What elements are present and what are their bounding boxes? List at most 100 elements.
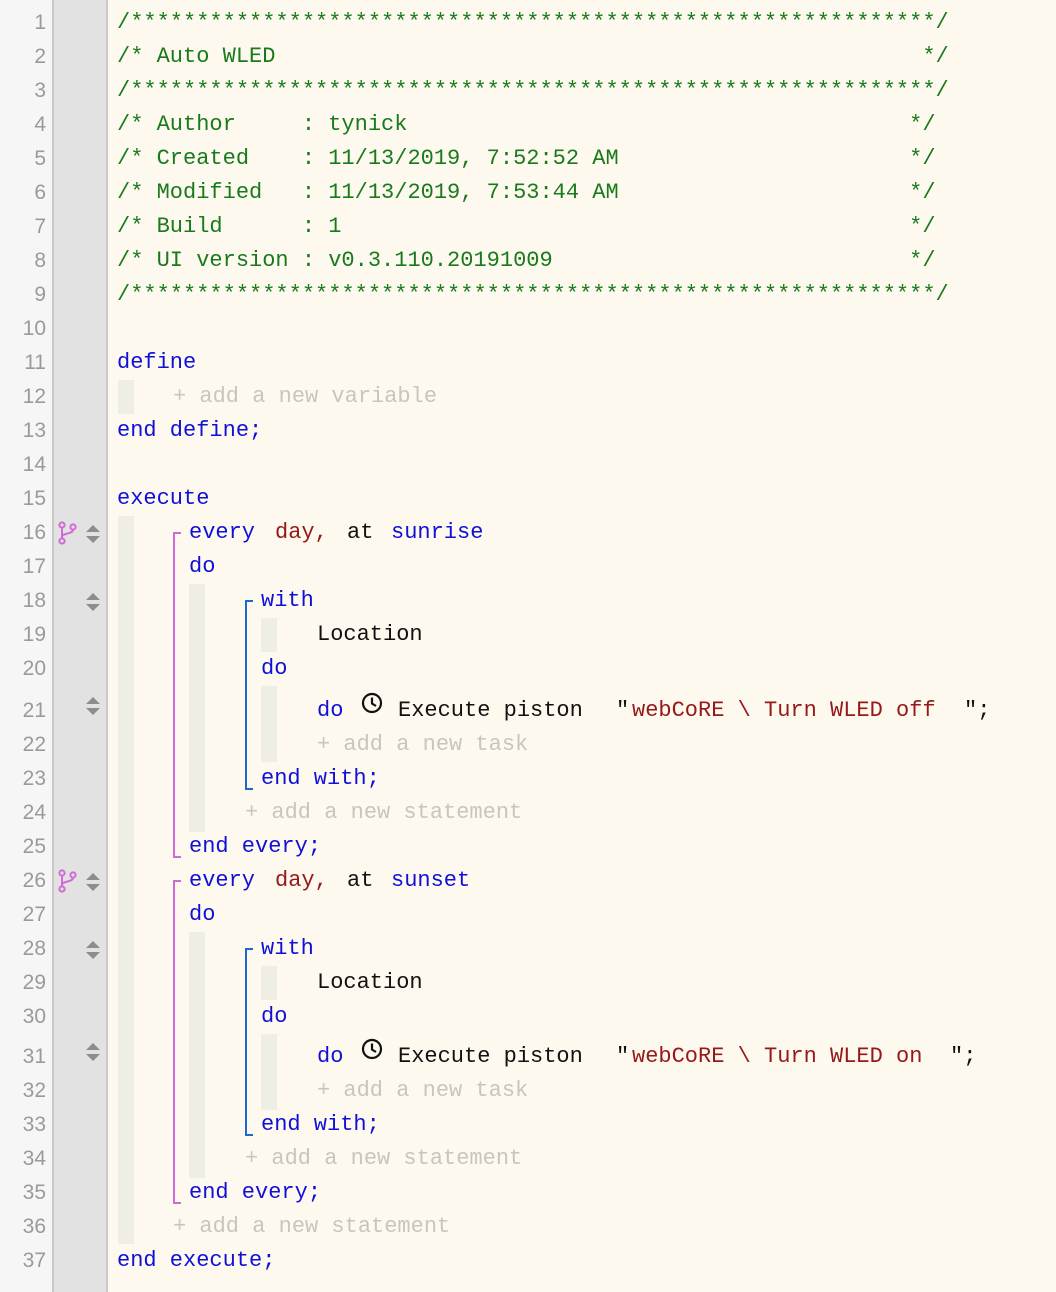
header-modified: /* Modified : 11/13/2019, 7:53:44 AM */ <box>117 180 936 205</box>
header-created: /* Created : 11/13/2019, 7:52:52 AM */ <box>117 146 936 171</box>
line-number: 37 <box>22 1249 46 1272</box>
piston-name: webCoRE \ Turn WLED off <box>632 698 936 723</box>
header-border: /***************************************… <box>117 10 949 35</box>
add-statement-link[interactable]: + add a new statement <box>245 796 522 830</box>
add-variable-link[interactable]: + add a new variable <box>173 380 437 414</box>
reorder-arrows-icon[interactable] <box>84 1040 102 1064</box>
device-name: Location <box>317 622 423 647</box>
line-number: 16 <box>22 521 46 544</box>
clock-icon <box>361 692 383 714</box>
piston-name: webCoRE \ Turn WLED on <box>632 1044 923 1069</box>
line-number: 21 <box>22 699 46 722</box>
fork-icon[interactable] <box>58 521 78 545</box>
every-keyword: every <box>189 868 256 893</box>
with-keyword[interactable]: with <box>261 932 314 966</box>
reorder-arrows-icon[interactable] <box>84 522 102 546</box>
task-do-keyword: do <box>317 698 344 723</box>
reorder-arrows-icon[interactable] <box>84 590 102 614</box>
add-task-link[interactable]: + add a new task <box>317 728 528 762</box>
clock-icon <box>361 1038 383 1060</box>
line-number: 19 <box>22 623 46 646</box>
line-number: 30 <box>22 1005 46 1028</box>
line-number: 29 <box>22 971 46 994</box>
with-do-keyword: do <box>261 1004 288 1029</box>
define-keyword[interactable]: define <box>117 346 196 380</box>
end-with-keyword: end with; <box>261 1112 380 1137</box>
every-unit: day, <box>275 868 328 893</box>
line-number: 3 <box>34 79 46 102</box>
header-border: /***************************************… <box>117 282 949 307</box>
reorder-arrows-icon[interactable] <box>84 694 102 718</box>
end-every-keyword: end every; <box>189 1180 322 1205</box>
quote-close: "; <box>964 698 991 723</box>
every-unit: day, <box>275 520 328 545</box>
quote-open: " <box>616 1044 630 1069</box>
line-number: 11 <box>24 351 46 374</box>
line-number-column: 1 2 3 4 5 6 7 8 9 10 11 12 13 14 15 16 17 18 19 20 21 22 23 24 2… <box>0 0 54 1292</box>
task-row[interactable]: do Execute piston " webCoRE \ Turn WLED … <box>108 692 1056 728</box>
line-number: 7 <box>34 215 46 238</box>
with-do-keyword: do <box>261 656 288 681</box>
line-number: 10 <box>22 317 46 340</box>
end-with-keyword: end with; <box>261 766 380 791</box>
end-define-keyword: end define; <box>117 418 263 443</box>
line-number: 25 <box>22 835 46 858</box>
quote-close: "; <box>950 1044 977 1069</box>
line-number: 33 <box>22 1113 46 1136</box>
add-statement-link[interactable]: + add a new statement <box>173 1210 450 1244</box>
line-number: 12 <box>22 385 46 408</box>
event-value: sunset <box>391 868 471 893</box>
line-number: 27 <box>22 903 46 926</box>
header-author: /* Author : tynick */ <box>117 112 936 137</box>
line-number: 15 <box>22 487 46 510</box>
task-row[interactable]: do Execute piston " webCoRE \ Turn WLED … <box>108 1038 1056 1074</box>
line-number: 17 <box>22 555 46 578</box>
gutter <box>54 0 108 1292</box>
header-border: /***************************************… <box>117 78 949 103</box>
line-number: 18 <box>22 589 46 612</box>
with-keyword[interactable]: with <box>261 584 314 618</box>
add-statement-link[interactable]: + add a new statement <box>245 1142 522 1176</box>
task-command: Execute piston <box>398 698 583 723</box>
reorder-arrows-icon[interactable] <box>84 870 102 894</box>
every-keyword: every <box>189 520 256 545</box>
line-number: 35 <box>22 1181 46 1204</box>
line-number: 8 <box>34 249 46 272</box>
header-build: /* Build : 1 */ <box>117 214 936 239</box>
line-number: 31 <box>22 1045 46 1068</box>
device-name: Location <box>317 970 423 995</box>
at-keyword: at <box>347 868 374 893</box>
line-number: 20 <box>22 657 46 680</box>
line-number: 5 <box>34 147 46 170</box>
code-editor: /***************************************… <box>108 0 1056 1292</box>
line-number: 26 <box>22 869 46 892</box>
end-every-keyword: end every; <box>189 834 322 859</box>
end-execute-keyword: end execute; <box>117 1248 276 1273</box>
line-number: 9 <box>34 283 46 306</box>
at-keyword: at <box>347 520 374 545</box>
line-number: 2 <box>34 45 46 68</box>
line-number: 32 <box>22 1079 46 1102</box>
execute-keyword[interactable]: execute <box>117 482 209 516</box>
line-number: 13 <box>22 419 46 442</box>
line-number: 34 <box>22 1147 46 1170</box>
task-do-keyword: do <box>317 1044 344 1069</box>
every-statement[interactable]: every day, at sunset <box>108 864 1056 898</box>
line-number: 23 <box>22 767 46 790</box>
do-keyword: do <box>189 554 216 579</box>
add-task-link[interactable]: + add a new task <box>317 1074 528 1108</box>
fork-icon[interactable] <box>58 869 78 893</box>
header-ui-version: /* UI version : v0.3.110.20191009 */ <box>117 248 936 273</box>
line-number: 36 <box>22 1215 46 1238</box>
line-number: 24 <box>22 801 46 824</box>
every-statement[interactable]: every day, at sunrise <box>108 516 1056 550</box>
header-title: /* Auto WLED */ <box>117 44 949 69</box>
reorder-arrows-icon[interactable] <box>84 938 102 962</box>
task-command: Execute piston <box>398 1044 583 1069</box>
line-number: 14 <box>22 453 46 476</box>
line-number: 1 <box>34 11 46 34</box>
line-number: 28 <box>22 937 46 960</box>
do-keyword: do <box>189 902 216 927</box>
event-value: sunrise <box>391 520 484 545</box>
line-number: 6 <box>34 181 46 204</box>
